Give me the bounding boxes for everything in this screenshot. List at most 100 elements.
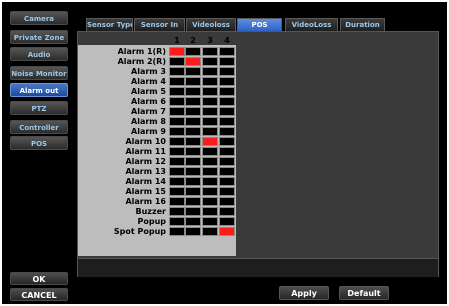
relay-cell[interactable] bbox=[185, 117, 201, 126]
relay-cell[interactable] bbox=[185, 227, 201, 236]
relay-cell[interactable] bbox=[185, 177, 201, 186]
relay-cell[interactable] bbox=[169, 97, 185, 106]
relay-cell[interactable] bbox=[185, 187, 201, 196]
relay-cell[interactable] bbox=[202, 217, 218, 226]
relay-cell[interactable] bbox=[202, 87, 218, 96]
relay-cell[interactable] bbox=[219, 97, 235, 106]
tab-videoloss[interactable]: VideoLoss bbox=[285, 18, 338, 31]
relay-cell[interactable] bbox=[185, 87, 201, 96]
relay-cell[interactable] bbox=[202, 77, 218, 86]
relay-cell[interactable] bbox=[185, 57, 201, 66]
relay-cell[interactable] bbox=[169, 197, 185, 206]
tab-sensor-in[interactable]: Sensor In bbox=[134, 18, 185, 31]
relay-cell[interactable] bbox=[185, 147, 201, 156]
relay-cell[interactable] bbox=[202, 227, 218, 236]
relay-cell[interactable] bbox=[219, 77, 235, 86]
relay-cell[interactable] bbox=[202, 67, 218, 76]
menu-item-alarm-out[interactable]: Alarm out bbox=[10, 83, 68, 97]
tab-sensor-type[interactable]: Sensor Type bbox=[86, 18, 133, 31]
relay-cell[interactable] bbox=[202, 187, 218, 196]
relay-cell[interactable] bbox=[185, 157, 201, 166]
relay-cell[interactable] bbox=[185, 47, 201, 56]
relay-cell[interactable] bbox=[185, 137, 201, 146]
row-label: Alarm 14 bbox=[125, 177, 166, 186]
relay-cell[interactable] bbox=[169, 77, 185, 86]
relay-cell[interactable] bbox=[169, 127, 185, 136]
relay-cell[interactable] bbox=[169, 157, 185, 166]
relay-cell[interactable] bbox=[169, 187, 185, 196]
menu-item-controller[interactable]: Controller bbox=[10, 120, 68, 134]
relay-cell[interactable] bbox=[169, 227, 185, 236]
relay-cell[interactable] bbox=[202, 127, 218, 136]
menu-item-camera[interactable]: Camera bbox=[10, 11, 68, 25]
relay-cell[interactable] bbox=[202, 197, 218, 206]
relay-cell[interactable] bbox=[219, 107, 235, 116]
relay-cell[interactable] bbox=[219, 177, 235, 186]
row-label: Alarm 16 bbox=[125, 197, 166, 206]
relay-cell[interactable] bbox=[202, 47, 218, 56]
relay-cell[interactable] bbox=[185, 217, 201, 226]
row-label: Alarm 7 bbox=[131, 107, 166, 116]
relay-cell[interactable] bbox=[185, 207, 201, 216]
relay-cell[interactable] bbox=[169, 107, 185, 116]
relay-cell[interactable] bbox=[169, 147, 185, 156]
relay-cell[interactable] bbox=[219, 147, 235, 156]
relay-cell[interactable] bbox=[185, 77, 201, 86]
tab-videoloss[interactable]: Videoloss bbox=[186, 18, 236, 31]
relay-cell[interactable] bbox=[219, 87, 235, 96]
relay-cell[interactable] bbox=[169, 137, 185, 146]
relay-cell[interactable] bbox=[202, 117, 218, 126]
relay-cell[interactable] bbox=[219, 197, 235, 206]
default-button[interactable]: Default bbox=[339, 286, 389, 300]
relay-cell[interactable] bbox=[169, 67, 185, 76]
menu-item-ptz[interactable]: PTZ bbox=[10, 101, 68, 115]
relay-cell[interactable] bbox=[219, 137, 235, 146]
relay-cell[interactable] bbox=[202, 137, 218, 146]
menu-item-audio[interactable]: Audio bbox=[10, 47, 68, 61]
relay-cell[interactable] bbox=[219, 57, 235, 66]
relay-cell[interactable] bbox=[169, 117, 185, 126]
relay-cell[interactable] bbox=[169, 177, 185, 186]
relay-cell[interactable] bbox=[219, 167, 235, 176]
relay-cell[interactable] bbox=[219, 157, 235, 166]
relay-cell[interactable] bbox=[185, 97, 201, 106]
relay-cell[interactable] bbox=[202, 157, 218, 166]
relay-cell[interactable] bbox=[169, 207, 185, 216]
relay-cell[interactable] bbox=[185, 197, 201, 206]
status-bar bbox=[78, 258, 438, 277]
relay-cell[interactable] bbox=[202, 57, 218, 66]
relay-cell[interactable] bbox=[202, 207, 218, 216]
relay-cell[interactable] bbox=[185, 167, 201, 176]
relay-cell[interactable] bbox=[169, 87, 185, 96]
relay-cell[interactable] bbox=[202, 97, 218, 106]
cancel-button[interactable]: CANCEL bbox=[10, 288, 68, 301]
relay-cell[interactable] bbox=[202, 147, 218, 156]
relay-cell[interactable] bbox=[219, 187, 235, 196]
relay-cell[interactable] bbox=[202, 167, 218, 176]
relay-cell[interactable] bbox=[219, 217, 235, 226]
menu-item-noise-monitor[interactable]: Noise Monitor bbox=[10, 66, 68, 80]
tab-duration[interactable]: Duration bbox=[340, 18, 385, 31]
menu-item-pos[interactable]: POS bbox=[10, 136, 68, 150]
relay-cell[interactable] bbox=[169, 217, 185, 226]
relay-cell[interactable] bbox=[185, 107, 201, 116]
relay-cell[interactable] bbox=[219, 127, 235, 136]
relay-cell[interactable] bbox=[169, 47, 185, 56]
row-label: Alarm 11 bbox=[125, 147, 166, 156]
relay-cell[interactable] bbox=[185, 67, 201, 76]
relay-cell[interactable] bbox=[185, 127, 201, 136]
relay-cell[interactable] bbox=[169, 57, 185, 66]
ok-button[interactable]: OK bbox=[10, 272, 68, 285]
menu-item-private-zone[interactable]: Private Zone bbox=[10, 30, 68, 44]
apply-button[interactable]: Apply bbox=[279, 286, 329, 300]
relay-cell[interactable] bbox=[219, 67, 235, 76]
relay-cell[interactable] bbox=[169, 167, 185, 176]
relay-cell[interactable] bbox=[219, 117, 235, 126]
relay-cell[interactable] bbox=[202, 107, 218, 116]
tab-pos[interactable]: POS bbox=[237, 18, 282, 31]
relay-cell[interactable] bbox=[202, 177, 218, 186]
relay-cell[interactable] bbox=[219, 47, 235, 56]
relay-cell[interactable] bbox=[219, 227, 235, 236]
relay-cell[interactable] bbox=[219, 207, 235, 216]
row-label: Alarm 13 bbox=[125, 167, 166, 176]
